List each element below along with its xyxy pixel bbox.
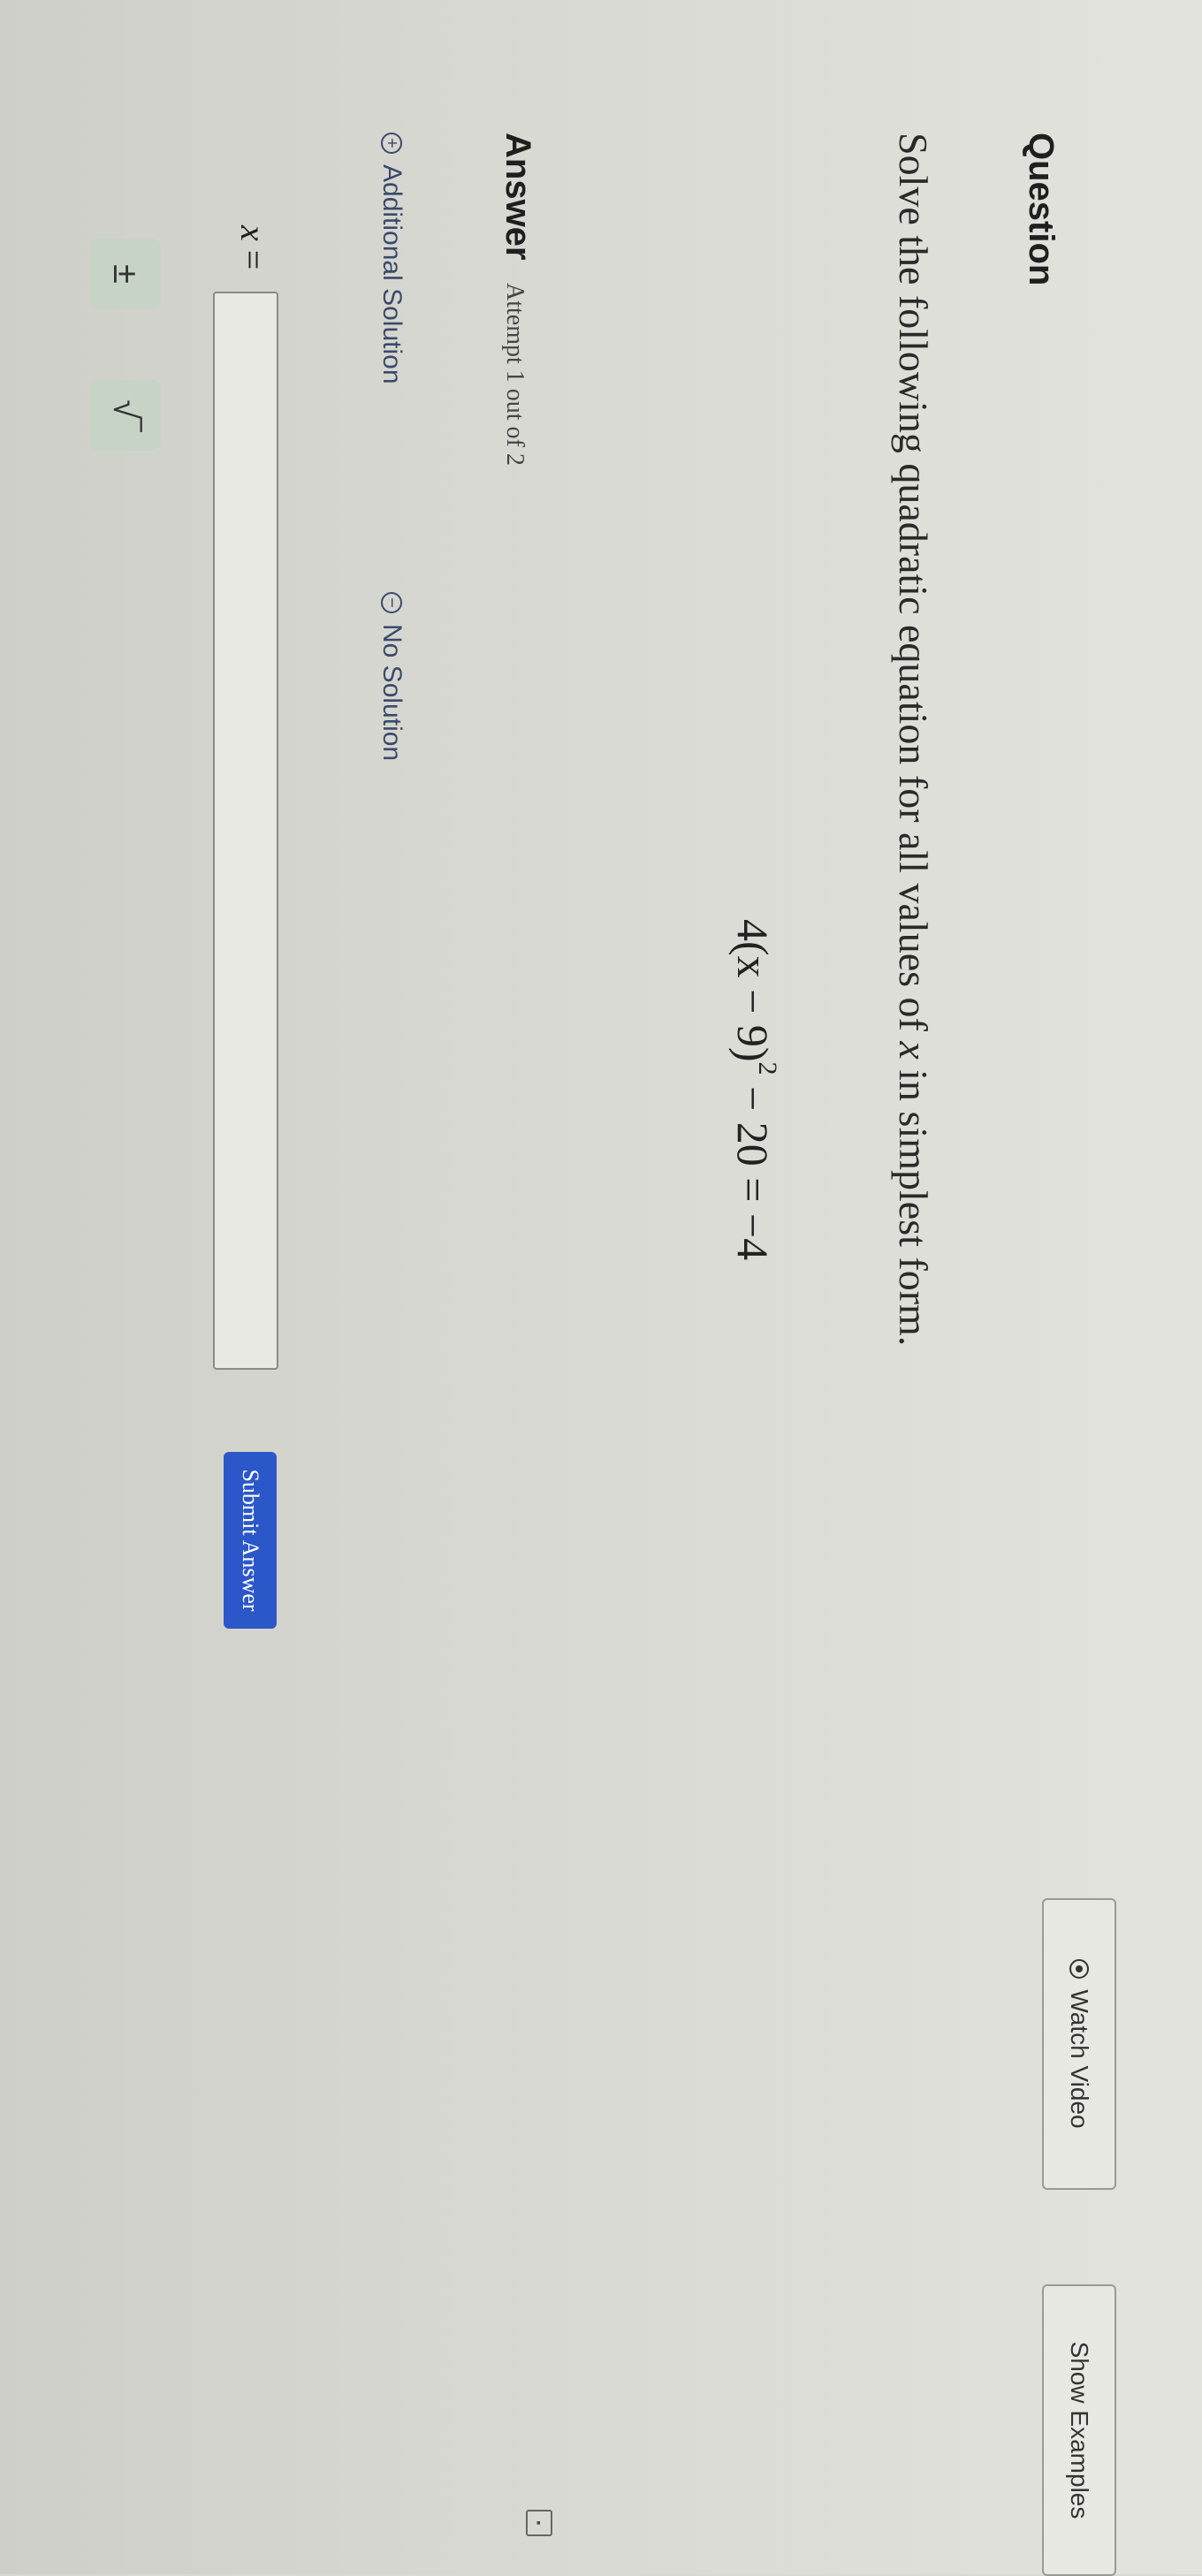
prompt-text-before: Solve the following quadratic equation f… xyxy=(891,133,936,1042)
no-solution-button[interactable]: − No Solution xyxy=(377,592,407,761)
prompt-text-after: in simplest form. xyxy=(891,1059,936,1347)
show-examples-label: Show Examples xyxy=(1066,2341,1093,2519)
calculator-icon[interactable]: ▪ xyxy=(526,2510,552,2536)
plus-circle-icon: + xyxy=(381,133,402,154)
variable: x xyxy=(233,225,273,241)
equation-main: 4(x − 9) xyxy=(728,919,778,1062)
square-root-button[interactable]: √‾ xyxy=(90,380,161,451)
watch-video-label: Watch Video xyxy=(1066,1989,1093,2129)
page: Question Watch Video Show Examples Solve… xyxy=(0,0,1202,2576)
play-circle-icon xyxy=(1069,1959,1089,1979)
answer-input[interactable] xyxy=(213,292,278,1370)
minus-circle-icon: − xyxy=(381,592,402,613)
equation: 4(x − 9)2 − 20 = −4 xyxy=(727,919,782,1260)
answer-variable-label: x = xyxy=(232,225,274,270)
additional-solution-label: Additional Solution xyxy=(377,164,407,384)
equals-sign: = xyxy=(233,240,273,270)
equation-exponent: 2 xyxy=(753,1061,782,1075)
show-examples-button[interactable]: Show Examples xyxy=(1042,2284,1116,2576)
additional-solution-button[interactable]: + Additional Solution xyxy=(377,133,407,384)
prompt-variable: x xyxy=(891,1041,936,1060)
question-prompt: Solve the following quadratic equation f… xyxy=(890,133,937,1346)
submit-answer-button[interactable]: Submit Answer xyxy=(224,1452,277,1629)
equation-rest: − 20 = −4 xyxy=(728,1075,778,1261)
watch-video-button[interactable]: Watch Video xyxy=(1042,1898,1116,2190)
no-solution-label: No Solution xyxy=(377,624,407,762)
answer-heading: Answer xyxy=(498,133,537,261)
attempt-counter: Attempt 1 out of 2 xyxy=(501,283,529,466)
question-heading: Question xyxy=(1022,133,1061,286)
plus-minus-button[interactable]: ± xyxy=(90,239,161,309)
